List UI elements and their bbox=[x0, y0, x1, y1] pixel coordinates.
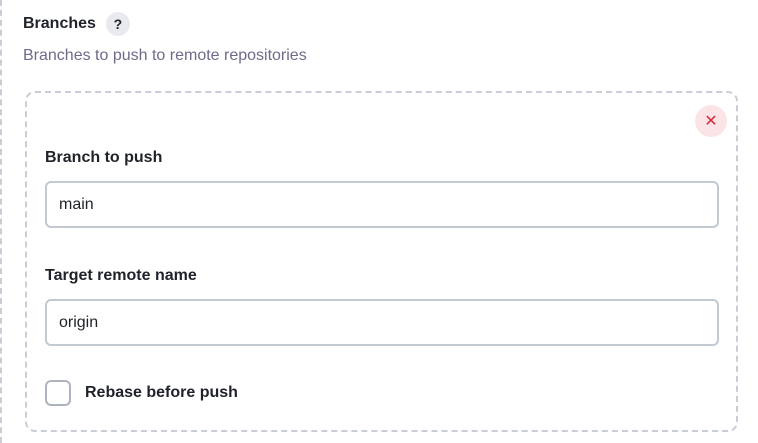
section-header: Branches ? bbox=[23, 12, 130, 36]
help-icon[interactable]: ? bbox=[105, 12, 130, 36]
delete-entry-button[interactable]: ✕ bbox=[695, 105, 727, 137]
target-remote-name-label: Target remote name bbox=[45, 267, 197, 284]
close-icon: ✕ bbox=[704, 113, 718, 130]
branch-to-push-input[interactable] bbox=[45, 181, 719, 228]
branch-to-push-label: Branch to push bbox=[45, 149, 163, 166]
rebase-before-push-label: Rebase before push bbox=[85, 384, 238, 401]
rebase-before-push-checkbox[interactable] bbox=[45, 380, 71, 406]
section-title: Branches bbox=[23, 15, 96, 32]
outer-section-border bbox=[0, 0, 2, 443]
section-description: Branches to push to remote repositories bbox=[23, 47, 307, 64]
target-remote-name-input[interactable] bbox=[45, 299, 719, 346]
rebase-before-push-option[interactable]: Rebase before push bbox=[45, 380, 238, 406]
